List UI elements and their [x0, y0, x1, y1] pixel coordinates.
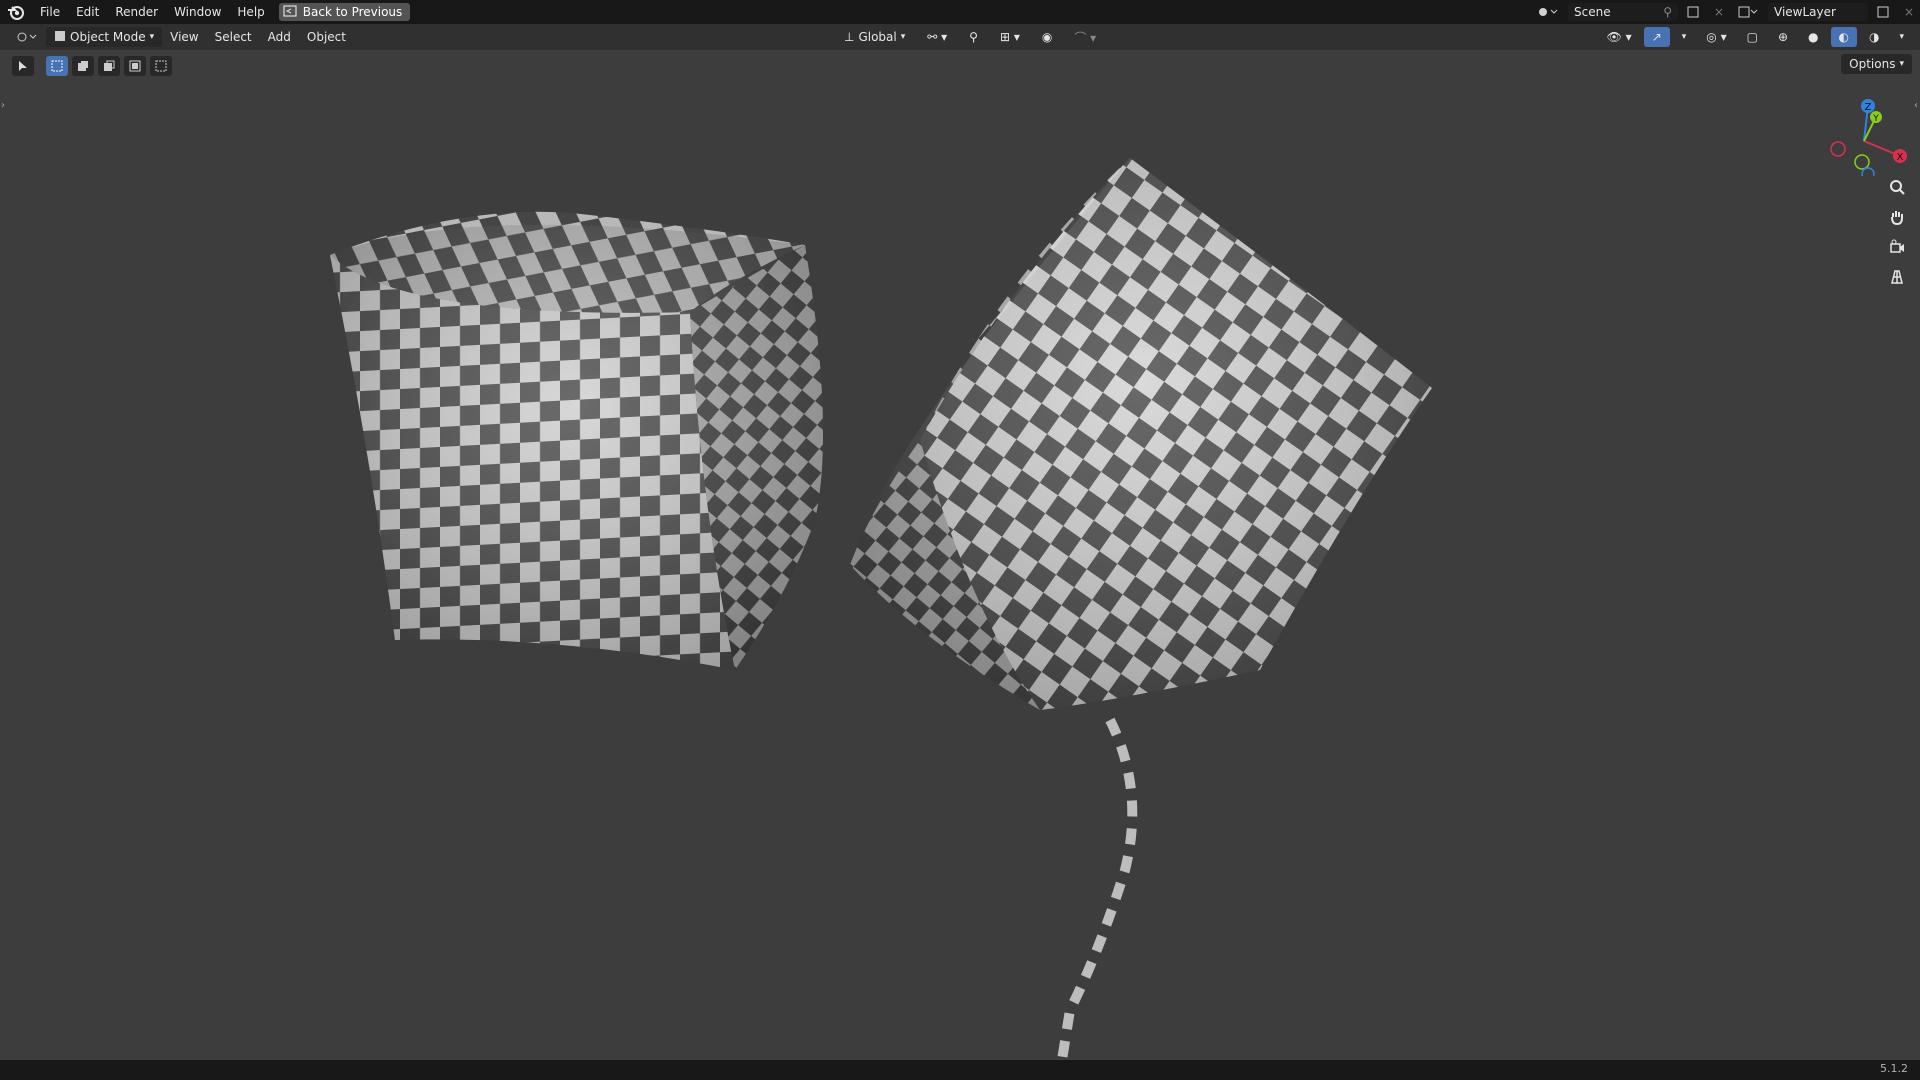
back-to-previous-label: Back to Previous	[302, 5, 403, 19]
material-shading-icon[interactable]: ◐	[1830, 27, 1857, 47]
snap-target-icon[interactable]: ⊞ ▾	[992, 27, 1028, 47]
menu-window[interactable]: Window	[166, 0, 229, 24]
zoom-icon[interactable]	[1884, 174, 1910, 200]
new-scene-icon[interactable]	[1682, 3, 1704, 21]
right-cube	[850, 158, 1432, 710]
gizmo-toggle-icon[interactable]: ↗	[1643, 27, 1670, 47]
options-label: Options	[1849, 57, 1896, 71]
workspace-scene-controls: Scene ⚲ × ViewLayer ×	[1534, 0, 1920, 24]
gizmo-x-label: X	[1897, 152, 1904, 163]
solid-shading-icon[interactable]: ●	[1800, 27, 1826, 47]
select-extend-icon[interactable]	[72, 56, 94, 76]
gizmo-z-label: Z	[1865, 102, 1872, 113]
editor-type-icon[interactable]	[8, 27, 46, 47]
menu-add[interactable]: Add	[260, 27, 299, 47]
select-intersect-icon[interactable]	[150, 56, 172, 76]
view-layer-name: ViewLayer	[1774, 5, 1836, 19]
left-cube-top	[330, 211, 805, 315]
pin-icon[interactable]: ⚲	[1663, 5, 1672, 19]
gizmo-neg-y-icon[interactable]	[1854, 154, 1870, 170]
menu-select[interactable]: Select	[207, 27, 260, 47]
pan-hand-icon[interactable]	[1884, 204, 1910, 230]
shading-dropdown-icon[interactable]: ▾	[1891, 27, 1912, 47]
rendered-shading-icon[interactable]: ◑	[1861, 27, 1887, 47]
right-cube-front	[920, 158, 1432, 710]
gizmo-neg-x-icon[interactable]	[1830, 141, 1846, 157]
viewport-display-tools: 👁 ▾ ↗ ▾ ◎ ▾ ▢ ⊕ ● ◐ ◑ ▾	[1599, 24, 1920, 50]
camera-view-icon[interactable]	[1884, 234, 1910, 260]
screen-back-icon	[283, 4, 297, 20]
xray-icon[interactable]: ▢	[1739, 27, 1766, 47]
top-menu-bar: File Edit Render Window Help Back to Pre…	[0, 0, 1920, 24]
falloff-icon[interactable]: ⌒ ▾	[1066, 27, 1104, 47]
select-invert-icon[interactable]	[124, 56, 146, 76]
object-mode-dropdown[interactable]: Object Mode ▾	[46, 27, 163, 47]
pivot-point-icon[interactable]: ⚯ ▾	[919, 27, 955, 47]
new-view-layer-icon[interactable]	[1872, 3, 1894, 21]
3d-viewport[interactable]: Options ▾ › ‹ Z Y X	[0, 50, 1920, 1060]
scene-name: Scene	[1574, 5, 1611, 19]
back-to-previous-button[interactable]: Back to Previous	[278, 3, 411, 21]
left-cube-shading	[330, 224, 823, 670]
scene-selector-icon[interactable]	[1534, 3, 1564, 21]
gizmo-y-label: Y	[1872, 114, 1879, 124]
gizmo-dropdown-icon[interactable]: ▾	[1674, 27, 1695, 47]
right-cube-shading	[850, 158, 1432, 710]
object-mode-label: Object Mode	[70, 30, 146, 44]
blender-logo-icon[interactable]	[6, 2, 26, 22]
visibility-icon[interactable]: 👁 ▾	[1599, 27, 1640, 47]
wireframe-shading-icon[interactable]: ⊕	[1770, 27, 1796, 47]
menu-help[interactable]: Help	[229, 0, 272, 24]
navigation-gizmo[interactable]: Z Y X	[1820, 86, 1910, 176]
sidebar-expand-arrow-icon[interactable]: ‹	[1914, 100, 1918, 111]
left-cube-side	[690, 245, 823, 670]
transform-orientation-dropdown[interactable]: ⊥ Global ▾	[836, 27, 913, 47]
chevron-down-icon: ▾	[1899, 59, 1904, 69]
scene-render	[330, 158, 1432, 1060]
gizmo-neg-z2-icon[interactable]	[1861, 167, 1875, 176]
chevron-down-icon: ▾	[149, 32, 155, 42]
options-dropdown[interactable]: Options ▾	[1841, 54, 1912, 74]
view-layer-name-field[interactable]: ViewLayer	[1768, 3, 1868, 21]
version-label: 5.1.2	[1880, 1062, 1908, 1075]
menu-render[interactable]: Render	[107, 0, 166, 24]
select-cursor-icon[interactable]	[12, 56, 34, 76]
view-layer-selector-icon[interactable]	[1734, 3, 1764, 21]
menu-view[interactable]: View	[162, 27, 206, 47]
orientation-icon: ⊥	[844, 30, 855, 44]
snap-icon[interactable]: ⚲	[961, 27, 986, 47]
delete-view-layer-icon[interactable]: ×	[1898, 3, 1920, 21]
status-bar: 5.1.2	[0, 1060, 1920, 1080]
select-new-icon[interactable]	[46, 56, 68, 76]
right-cube-left-face	[850, 158, 1130, 710]
delete-scene-icon[interactable]: ×	[1708, 3, 1730, 21]
select-subtract-icon[interactable]	[98, 56, 120, 76]
balloon-string	[1057, 717, 1138, 1060]
transform-tools: ⊥ Global ▾ ⚯ ▾ ⚲ ⊞ ▾ ◉ ⌒ ▾	[836, 24, 1104, 50]
toolbar-expand-arrow-icon[interactable]: ›	[1, 100, 5, 111]
menu-object[interactable]: Object	[299, 27, 354, 47]
select-tool-row	[12, 56, 172, 76]
menu-file[interactable]: File	[32, 0, 68, 24]
left-cube	[330, 211, 823, 670]
perspective-grid-icon[interactable]	[1884, 264, 1910, 290]
transform-orientation-label: Global	[858, 30, 897, 44]
scene-name-field[interactable]: Scene ⚲	[1568, 3, 1678, 21]
overlays-icon[interactable]: ◎ ▾	[1698, 27, 1734, 47]
menu-edit[interactable]: Edit	[68, 0, 107, 24]
object-mode-icon	[54, 30, 66, 45]
proportional-edit-icon[interactable]: ◉	[1034, 27, 1060, 47]
left-cube-front	[330, 255, 735, 670]
chevron-down-icon: ▾	[900, 32, 906, 42]
